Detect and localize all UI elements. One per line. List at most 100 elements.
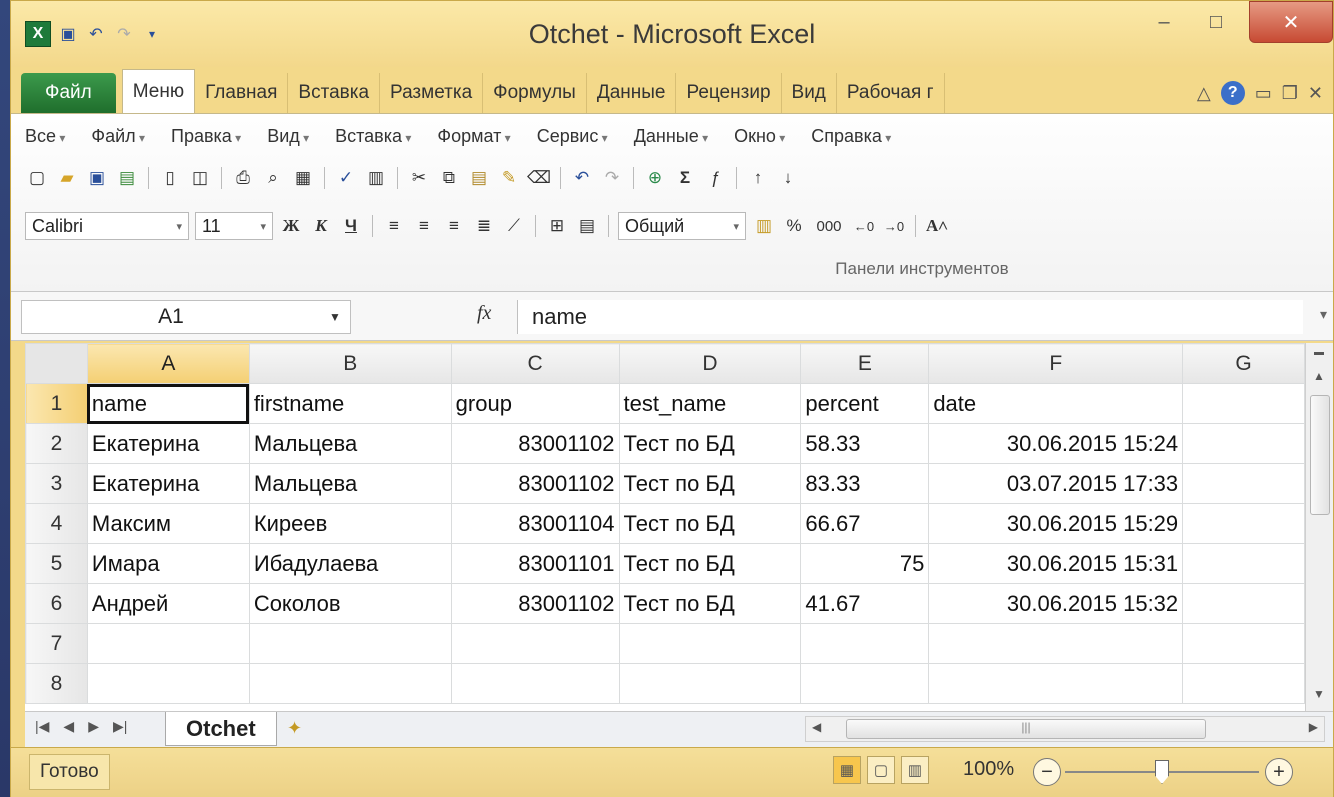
increase-decimal-icon[interactable]: ←0 (852, 214, 876, 238)
font-size-select[interactable]: 11 ▾ (195, 212, 273, 240)
cell[interactable]: 83001104 (450, 503, 620, 544)
undo-icon[interactable]: ↶ (570, 166, 594, 190)
page-layout-view-icon[interactable]: ▢ (867, 756, 895, 784)
row-header[interactable]: 3 (25, 463, 88, 504)
menu-window[interactable]: Окно (734, 126, 785, 147)
cell[interactable]: percent (800, 383, 930, 424)
cell[interactable]: 30.06.2015 15:24 (928, 423, 1184, 464)
wrap-text-icon[interactable]: ▤ (575, 214, 599, 238)
cell[interactable]: Екатерина (86, 463, 250, 504)
column-header[interactable]: B (248, 343, 452, 384)
row-header[interactable]: 1 (25, 383, 88, 424)
research-book-icon[interactable]: ▥ (364, 166, 388, 190)
cell[interactable]: Тест по БД (618, 423, 802, 464)
row-header[interactable]: 8 (25, 663, 88, 704)
cell[interactable]: test_name (618, 383, 802, 424)
cell[interactable]: 30.06.2015 15:29 (928, 503, 1184, 544)
menu-insert[interactable]: Вставка (335, 126, 411, 147)
minimize-button[interactable]: – (1141, 1, 1187, 43)
decrease-decimal-icon[interactable]: →0 (882, 214, 906, 238)
chevron-down-icon[interactable]: ▼ (320, 310, 350, 324)
insert-function-icon[interactable]: ƒ (703, 166, 727, 190)
cell[interactable]: Имара (86, 543, 250, 584)
cell[interactable]: 30.06.2015 15:31 (928, 543, 1184, 584)
customize-qat-icon[interactable]: ▾ (141, 23, 163, 45)
copy-icon[interactable]: ⧉ (437, 166, 461, 190)
cell[interactable] (1182, 503, 1305, 544)
cell[interactable]: 75 (800, 543, 930, 584)
cell[interactable] (1182, 623, 1305, 664)
tab-data[interactable]: Данные (587, 73, 677, 113)
tab-file[interactable]: Файл (21, 73, 116, 113)
menu-view[interactable]: Вид (267, 126, 309, 147)
vertical-scrollbar[interactable]: ▬ ▲ ▼ (1305, 343, 1333, 711)
cell[interactable] (86, 663, 250, 704)
cell[interactable]: 83001101 (450, 543, 620, 584)
cell[interactable]: group (450, 383, 620, 424)
cell[interactable]: 83.33 (800, 463, 930, 504)
menu-file[interactable]: Файл (91, 126, 145, 147)
row-header[interactable]: 7 (25, 623, 88, 664)
redo-icon[interactable]: ↷ (600, 166, 624, 190)
cell[interactable]: Соколов (248, 583, 452, 624)
cell[interactable] (450, 663, 620, 704)
first-sheet-icon[interactable]: |◀ (35, 718, 49, 735)
font-name-select[interactable]: Calibri ▾ (25, 212, 189, 240)
align-left-icon[interactable]: ≡ (382, 214, 406, 238)
page-break-view-icon[interactable]: ▥ (901, 756, 929, 784)
cell[interactable]: Мальцева (248, 463, 452, 504)
column-header[interactable]: F (928, 343, 1184, 384)
bold-button[interactable]: Ж (279, 214, 303, 238)
cell[interactable]: 83001102 (450, 423, 620, 464)
cell[interactable]: 83001102 (450, 463, 620, 504)
cell[interactable]: Тест по БД (618, 503, 802, 544)
italic-button[interactable]: К (309, 214, 333, 238)
menu-tools[interactable]: Сервис (537, 126, 608, 147)
split-box-icon[interactable]: ▬ (1314, 347, 1324, 358)
formula-input[interactable]: name (517, 300, 1303, 334)
cell[interactable]: 58.33 (800, 423, 930, 464)
align-right-icon[interactable]: ≡ (442, 214, 466, 238)
tab-formulas[interactable]: Формулы (483, 73, 587, 113)
menu-data[interactable]: Данные (634, 126, 708, 147)
redo-icon[interactable]: ↷ (113, 23, 135, 45)
cell[interactable] (928, 623, 1184, 664)
print-preview-icon[interactable]: ⌕ (261, 166, 285, 190)
cell[interactable]: 41.67 (800, 583, 930, 624)
align-center-icon[interactable]: ≡ (412, 214, 436, 238)
row-header[interactable]: 4 (25, 503, 88, 544)
cell[interactable] (1182, 463, 1305, 504)
workbook-restore-icon[interactable]: ❐ (1282, 83, 1298, 104)
scroll-up-icon[interactable]: ▲ (1313, 369, 1325, 383)
permission-icon[interactable]: ◫ (188, 166, 212, 190)
save-icon[interactable]: ▣ (57, 23, 79, 45)
new-file-icon[interactable]: ▢ (25, 166, 49, 190)
scroll-left-icon[interactable]: ◀ (812, 720, 821, 734)
column-header[interactable]: G (1182, 343, 1305, 384)
cell[interactable] (1182, 383, 1305, 424)
cell[interactable]: date (928, 383, 1184, 424)
sheet-tab-otchet[interactable]: Otchet (165, 712, 277, 746)
orientation-icon[interactable]: ⟋ (502, 214, 526, 238)
cell[interactable] (248, 623, 452, 664)
cell[interactable]: Тест по БД (618, 463, 802, 504)
cell[interactable] (928, 663, 1184, 704)
maximize-button[interactable]: □ (1193, 1, 1239, 43)
cell[interactable] (86, 623, 250, 664)
currency-icon[interactable]: ▥ (752, 214, 776, 238)
column-header[interactable]: E (800, 343, 930, 384)
format-painter-icon[interactable]: ✎ (497, 166, 521, 190)
research-icon[interactable]: ▦ (291, 166, 315, 190)
insert-sheet-icon[interactable]: ✦ (287, 718, 302, 739)
print-area-icon[interactable]: ▯ (158, 166, 182, 190)
merge-center-icon[interactable]: ⊞ (545, 214, 569, 238)
cell[interactable]: 83001102 (450, 583, 620, 624)
cell[interactable]: 66.67 (800, 503, 930, 544)
zoom-in-button[interactable]: + (1265, 758, 1293, 786)
sort-ascending-icon[interactable]: ↑ (746, 166, 770, 190)
justify-icon[interactable]: ≣ (472, 214, 496, 238)
thousands-button[interactable]: 000 (812, 214, 846, 238)
workbook-minimize-icon[interactable]: ▭ (1255, 83, 1272, 104)
hyperlink-icon[interactable]: ⊕ (643, 166, 667, 190)
clear-icon[interactable]: ⌫ (527, 166, 551, 190)
